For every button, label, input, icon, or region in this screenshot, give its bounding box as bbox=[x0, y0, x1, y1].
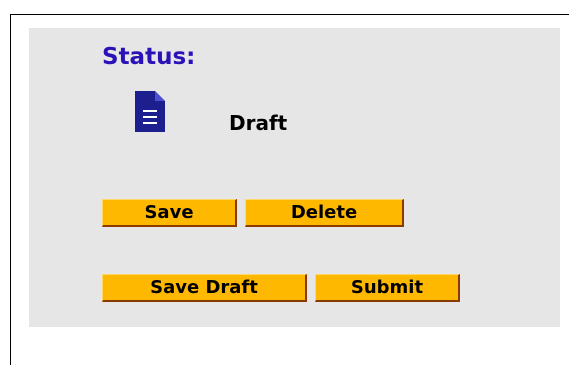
delete-button[interactable]: Delete bbox=[245, 199, 404, 227]
document-icon bbox=[135, 91, 165, 132]
status-panel: Status: Draft Save Delete Save Draft Sub… bbox=[29, 28, 560, 327]
save-button[interactable]: Save bbox=[102, 199, 237, 227]
status-value: Draft bbox=[229, 111, 288, 135]
submit-button[interactable]: Submit bbox=[315, 274, 460, 302]
save-draft-button[interactable]: Save Draft bbox=[102, 274, 307, 302]
status-heading: Status: bbox=[102, 44, 196, 70]
